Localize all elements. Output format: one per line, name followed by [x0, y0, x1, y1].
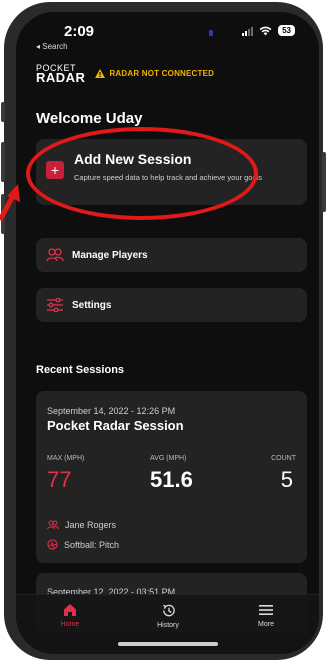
annotation-circle [26, 127, 258, 220]
max-speed-value: 77 [47, 467, 72, 492]
session-player: Jane Rogers [47, 520, 116, 530]
tab-history[interactable]: History [128, 603, 208, 629]
manage-players-button[interactable]: Manage Players [36, 238, 307, 272]
activity-icon [47, 539, 58, 550]
players-icon [47, 520, 59, 530]
activity-name: Softball: Pitch [64, 539, 120, 550]
session-title: Pocket Radar Session [47, 418, 184, 433]
annotation-arrow [0, 184, 20, 222]
power-button [322, 152, 326, 212]
menu-icon [259, 605, 273, 615]
back-to-search-link[interactable]: ◂ Search [36, 42, 68, 51]
tab-more-label: More [258, 621, 274, 628]
battery-indicator: 53 [278, 25, 295, 36]
mute-switch [1, 102, 5, 122]
avg-speed-label: AVG (MPH) [150, 455, 187, 462]
manage-players-label: Manage Players [72, 249, 148, 261]
status-icons: 53 [242, 25, 295, 36]
signal-icon [242, 26, 254, 36]
status-bar: 2:09 ◂ Search 53 [16, 12, 319, 54]
max-speed-label: MAX (MPH) [47, 455, 85, 462]
sliders-icon [47, 298, 63, 312]
history-icon [162, 604, 175, 617]
privacy-indicator [209, 30, 213, 36]
wifi-icon [259, 26, 272, 35]
home-icon [64, 604, 76, 616]
session-date: September 14, 2022 - 12:26 PM [47, 406, 176, 416]
welcome-heading: Welcome Uday [36, 110, 143, 127]
avg-speed-value: 51.6 [150, 467, 193, 492]
home-indicator[interactable] [118, 642, 218, 646]
settings-label: Settings [72, 299, 112, 311]
count-label: COUNT [271, 455, 296, 462]
tab-home[interactable]: Home [30, 603, 110, 628]
settings-button[interactable]: Settings [36, 288, 307, 322]
radar-connection-status[interactable]: RADAR NOT CONNECTED [95, 68, 215, 78]
session-card[interactable]: September 14, 2022 - 12:26 PM Pocket Rad… [36, 391, 307, 563]
player-name: Jane Rogers [65, 520, 117, 530]
count-value: 5 [280, 467, 293, 492]
session-activity: Softball: Pitch [47, 539, 119, 550]
tab-more[interactable]: More [226, 603, 306, 628]
app-screen: 2:09 ◂ Search 53 POCKET RADAR RADAR NOT … [16, 12, 319, 654]
players-icon [46, 248, 64, 262]
app-header: POCKET RADAR RADAR NOT CONNECTED [36, 58, 214, 88]
pocket-radar-logo: POCKET RADAR [36, 64, 86, 85]
radar-status-text: RADAR NOT CONNECTED [109, 68, 215, 78]
logo-line-2: RADAR [36, 70, 86, 85]
tab-home-label: Home [60, 621, 80, 628]
recent-sessions-heading: Recent Sessions [36, 364, 125, 376]
tab-history-label: History [157, 622, 179, 629]
warning-triangle-icon [95, 68, 106, 78]
phone-frame: 2:09 ◂ Search 53 POCKET RADAR RADAR NOT … [1, 2, 326, 660]
status-time: 2:09 [64, 23, 95, 40]
